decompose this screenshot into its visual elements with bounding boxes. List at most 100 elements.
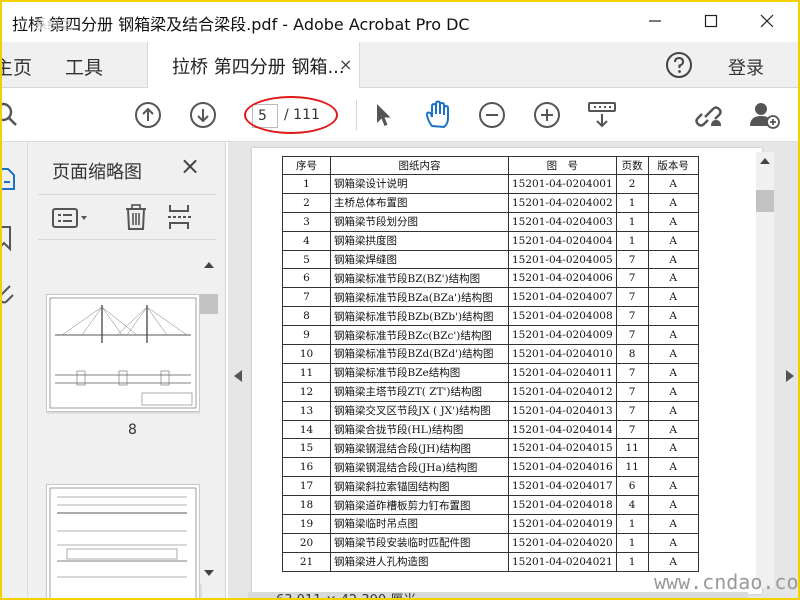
thumbnail-options-icon[interactable] <box>52 207 92 229</box>
row-content: 钢箱梁临时吊点图 <box>330 514 509 534</box>
row-drawing-no: 15201-04-0204016 <box>508 457 617 478</box>
login-link[interactable]: 登录 <box>728 54 764 80</box>
row-pages: 1 <box>615 211 649 232</box>
row-drawing-no: 15201-04-0204011 <box>508 362 617 383</box>
row-pages: 2 <box>615 174 649 194</box>
row-version: A <box>647 419 699 440</box>
row-content: 钢箱梁标准节段BZa(BZa')结构图 <box>330 287 509 308</box>
toolbar-divider <box>356 100 357 130</box>
row-version: A <box>647 306 699 327</box>
row-drawing-no: 15201-04-0204008 <box>508 306 617 327</box>
link-icon <box>695 106 722 127</box>
table-row: 8 钢箱梁标准节段BZb(BZb')结构图 15201-04-0204008 7 A <box>282 306 699 327</box>
row-version: A <box>647 532 699 553</box>
row-version: A <box>647 400 699 421</box>
search-button[interactable] <box>0 98 26 132</box>
hand-tool-button[interactable] <box>421 98 455 132</box>
document-tab[interactable]: 拉桥 第四分册 钢箱... × <box>147 42 360 88</box>
tab-close-button[interactable]: × <box>339 55 352 74</box>
row-number: 9 <box>282 325 331 346</box>
window-title: 拉桥 第四分册 钢箱梁及结合梁段.pdf - Adobe Acrobat Pro… <box>12 15 470 34</box>
page-size-label: 63.011 × 42.300 厘米 <box>276 592 416 600</box>
scroll-up-icon[interactable] <box>760 156 770 164</box>
table-row: 11 钢箱梁标准节段BZe结构图 15201-04-0204011 7 A <box>282 362 699 383</box>
row-content: 钢箱梁焊缝图 <box>330 249 509 270</box>
row-drawing-no: 15201-04-0204006 <box>508 268 617 289</box>
table-row: 18 钢箱梁道砟槽板剪力钉布置图 15201-04-0204018 4 A <box>282 495 699 516</box>
scroll-down-icon[interactable] <box>204 570 214 578</box>
row-drawing-no: 15201-04-0204017 <box>508 476 617 497</box>
row-drawing-no: 15201-04-0204019 <box>508 514 617 534</box>
row-number: 6 <box>282 268 331 289</box>
table-row: 15 钢箱梁钢混结合段(JH)结构图 15201-04-0204015 11 A <box>282 438 699 459</box>
select-tool-button[interactable] <box>366 98 400 132</box>
share-link-button[interactable] <box>692 98 726 132</box>
row-number: 4 <box>282 230 331 251</box>
maximize-button[interactable] <box>683 0 739 42</box>
document-scroll-thumb[interactable] <box>756 190 774 212</box>
pdf-page: 序号 图纸内容 图 号 页数 版本号 1 钢箱梁设计说明 15201-04-0204… <box>252 148 762 594</box>
menu-home[interactable]: 主页 <box>0 53 32 80</box>
close-window-button[interactable] <box>739 0 795 42</box>
row-pages: 7 <box>615 419 649 440</box>
row-pages: 1 <box>615 532 649 553</box>
row-number: 3 <box>282 211 331 232</box>
row-number: 1 <box>282 174 331 194</box>
thumbnails-panel: 页面缩略图 × 8 <box>28 142 226 600</box>
row-number: 19 <box>282 514 331 534</box>
table-row: 13 钢箱梁交叉区节段JX ( JX')结构图 15201-04-0204013 7 A <box>282 400 699 421</box>
next-page-button[interactable] <box>186 98 220 132</box>
collapse-left-icon[interactable] <box>234 370 242 382</box>
extract-pages-icon[interactable] <box>168 203 198 231</box>
table-row: 1 钢箱梁设计说明 15201-04-0204001 2 A <box>282 174 699 194</box>
row-pages: 4 <box>615 495 649 516</box>
fit-page-button[interactable] <box>585 98 619 132</box>
collapse-right-icon[interactable] <box>786 370 794 382</box>
menu-tools[interactable]: 工具 <box>65 53 103 80</box>
scroll-up-icon[interactable] <box>204 260 214 268</box>
zoom-out-button[interactable] <box>475 98 509 132</box>
document-view[interactable]: 序号 图纸内容 图 号 页数 版本号 1 钢箱梁设计说明 15201-04-0204… <box>228 142 800 600</box>
row-drawing-no: 15201-04-0204020 <box>508 532 617 553</box>
row-version: A <box>647 344 699 364</box>
row-drawing-no: 15201-04-0204003 <box>508 211 617 232</box>
row-content: 钢箱梁节段安装临时匹配件图 <box>330 532 509 553</box>
row-number: 11 <box>282 362 331 383</box>
row-version: A <box>647 514 699 534</box>
arrow-down-circle-icon <box>190 102 216 128</box>
row-drawing-no: 15201-04-0204014 <box>508 419 617 440</box>
row-number: 2 <box>282 192 331 213</box>
zoom-in-button[interactable] <box>530 98 564 132</box>
row-content: 钢箱梁斜拉索锚固结构图 <box>330 476 509 497</box>
row-pages: 7 <box>615 268 649 289</box>
page-thumbnails-icon[interactable] <box>0 166 18 192</box>
document-scrollbar[interactable] <box>756 152 774 588</box>
attachment-icon[interactable] <box>0 280 16 308</box>
thumbnails-scroll-thumb[interactable] <box>200 294 218 314</box>
row-version: A <box>647 287 699 308</box>
table-row: 14 钢箱梁合拢节段(HL)结构图 15201-04-0204014 7 A <box>282 419 699 440</box>
trash-icon[interactable] <box>124 203 148 231</box>
header-content: 图纸内容 <box>330 156 509 175</box>
previous-page-button[interactable] <box>131 98 165 132</box>
panel-toolbar <box>38 194 216 240</box>
thumbnail-drawing <box>49 297 197 409</box>
row-drawing-no: 15201-04-0204004 <box>508 230 617 251</box>
row-pages: 7 <box>615 400 649 421</box>
row-number: 12 <box>282 381 331 402</box>
table-row: 7 钢箱梁标准节段BZa(BZa')结构图 15201-04-0204007 7 A <box>282 287 699 308</box>
table-row: 20 钢箱梁节段安装临时匹配件图 15201-04-0204020 1 A <box>282 532 699 553</box>
thumbnails-scrollbar[interactable] <box>200 256 218 584</box>
row-pages: 8 <box>615 344 649 364</box>
page-thumbnail[interactable] <box>46 294 200 412</box>
help-icon[interactable] <box>664 50 694 80</box>
row-pages: 7 <box>615 362 649 383</box>
row-pages: 7 <box>615 381 649 402</box>
page-thumbnail[interactable] <box>46 484 200 600</box>
bookmark-icon[interactable] <box>0 224 16 252</box>
keyboard-down-icon <box>588 102 616 128</box>
table-body: 1 钢箱梁设计说明 15201-04-0204001 2 A 2 主桥总体布置图 15201-… <box>282 174 699 572</box>
minimize-button[interactable] <box>627 0 683 42</box>
add-user-button[interactable] <box>748 98 782 132</box>
panel-close-button[interactable]: × <box>180 152 200 180</box>
